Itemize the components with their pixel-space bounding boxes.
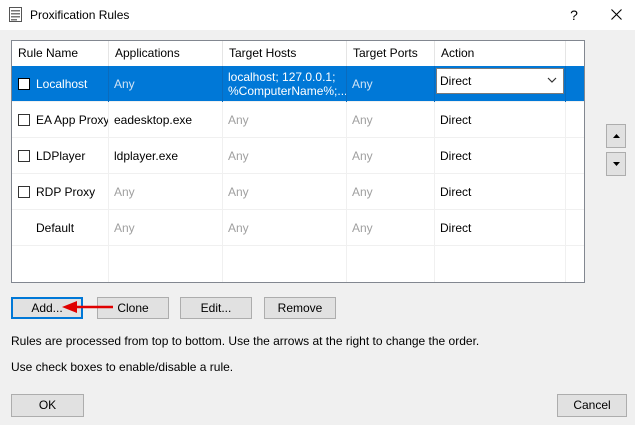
- table-row[interactable]: Localhost Any localhost; 127.0.0.1; %Com…: [12, 66, 584, 102]
- target-ports-cell: Any: [347, 174, 435, 210]
- rule-name: LDPlayer: [36, 149, 86, 163]
- target-ports-cell: Any: [347, 66, 435, 102]
- app-icon: [9, 7, 22, 22]
- action-cell: Direct: [435, 138, 566, 174]
- ok-button[interactable]: OK: [11, 394, 84, 417]
- action-dropdown[interactable]: Direct: [436, 68, 564, 94]
- target-hosts-cell: Any: [223, 174, 347, 210]
- rule-name-cell: RDP Proxy: [12, 174, 109, 210]
- info-order-text: Rules are processed from top to bottom. …: [11, 334, 480, 348]
- info-checkbox-text: Use check boxes to enable/disable a rule…: [11, 360, 234, 374]
- target-hosts-cell: localhost; 127.0.0.1; %ComputerName%;...: [223, 66, 347, 102]
- table-row[interactable]: Default Any Any Any Direct: [12, 210, 584, 246]
- target-ports-cell: Any: [347, 138, 435, 174]
- rule-name-cell: LDPlayer: [12, 138, 109, 174]
- target-hosts-cell: Any: [223, 102, 347, 138]
- target-ports-cell: Any: [347, 210, 435, 246]
- target-hosts-line: %ComputerName%;...: [228, 84, 347, 98]
- enable-checkbox[interactable]: [18, 150, 30, 162]
- column-header-rule-name[interactable]: Rule Name: [12, 41, 109, 66]
- remove-button[interactable]: Remove: [264, 297, 336, 319]
- target-hosts-cell: Any: [223, 210, 347, 246]
- title-bar: Proxification Rules ?: [0, 0, 635, 30]
- rule-name: Default: [36, 221, 75, 235]
- enable-checkbox[interactable]: [18, 186, 30, 198]
- move-down-button[interactable]: [606, 152, 626, 176]
- edit-button[interactable]: Edit...: [180, 297, 252, 319]
- target-hosts-cell: Any: [223, 138, 347, 174]
- table-header: Rule Name Applications Target Hosts Targ…: [12, 41, 584, 67]
- table-row[interactable]: RDP Proxy Any Any Any Direct: [12, 174, 584, 210]
- help-button[interactable]: ?: [563, 4, 585, 26]
- column-header-applications[interactable]: Applications: [109, 41, 223, 66]
- rule-name-cell: EA App Proxy: [12, 102, 109, 138]
- applications-cell: eadesktop.exe: [109, 102, 223, 138]
- applications-cell: Any: [109, 210, 223, 246]
- target-hosts-line: localhost; 127.0.0.1;: [228, 70, 336, 84]
- triangle-down-icon: [612, 162, 620, 166]
- rule-name-cell: Default: [12, 210, 109, 246]
- rule-name: Localhost: [36, 77, 88, 91]
- action-cell: Direct: [435, 66, 566, 102]
- column-header-target-ports[interactable]: Target Ports: [347, 41, 435, 66]
- action-cell: Direct: [435, 102, 566, 138]
- rule-name: RDP Proxy: [36, 185, 96, 199]
- action-cell: Direct: [435, 210, 566, 246]
- enable-checkbox[interactable]: [18, 78, 30, 90]
- applications-cell: Any: [109, 174, 223, 210]
- rule-name: EA App Proxy: [36, 113, 109, 127]
- column-header-target-hosts[interactable]: Target Hosts: [223, 41, 347, 66]
- rules-table[interactable]: Rule Name Applications Target Hosts Targ…: [11, 40, 585, 283]
- close-button[interactable]: [605, 4, 627, 26]
- table-row[interactable]: LDPlayer ldplayer.exe Any Any Direct: [12, 138, 584, 174]
- action-cell: Direct: [435, 174, 566, 210]
- move-up-button[interactable]: [606, 124, 626, 148]
- close-icon: [610, 9, 622, 20]
- enable-checkbox[interactable]: [18, 114, 30, 126]
- column-header-action[interactable]: Action: [435, 41, 566, 66]
- window-title: Proxification Rules: [30, 8, 130, 22]
- chevron-down-icon: [547, 77, 557, 83]
- action-dropdown-value: Direct: [440, 74, 472, 88]
- applications-cell: Any: [109, 66, 223, 102]
- red-arrow-icon: [62, 301, 113, 313]
- cancel-button[interactable]: Cancel: [557, 394, 627, 417]
- triangle-up-icon: [612, 134, 620, 138]
- table-row[interactable]: EA App Proxy eadesktop.exe Any Any Direc…: [12, 102, 584, 138]
- applications-cell: ldplayer.exe: [109, 138, 223, 174]
- target-ports-cell: Any: [347, 102, 435, 138]
- rule-name-cell: Localhost: [12, 66, 109, 102]
